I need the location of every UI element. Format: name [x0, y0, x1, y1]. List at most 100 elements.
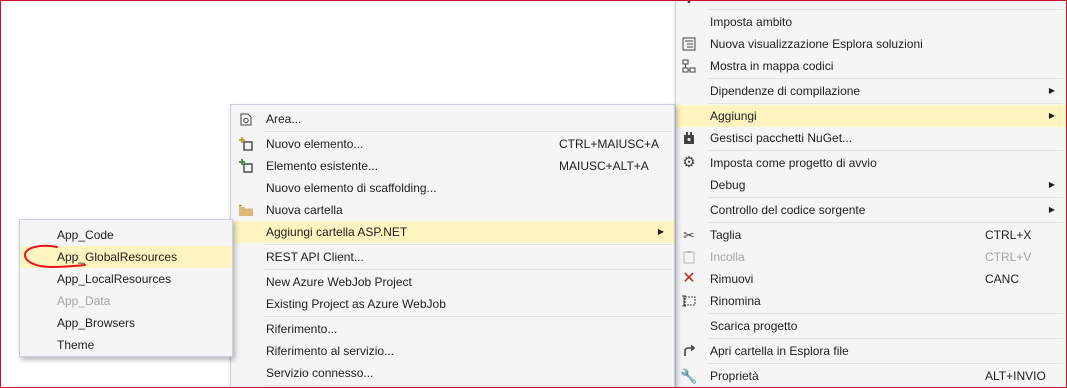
menu-item-area[interactable]: Area... [231, 108, 674, 130]
cut-off-icon: ▪ [687, 0, 691, 8]
menu-separator [264, 316, 672, 317]
menu-item-label: Existing Project as Azure WebJob [266, 297, 446, 311]
menu-item-debug[interactable]: Debug ▶ [676, 174, 1067, 196]
menu-item-app-browsers[interactable]: App_Browsers [20, 312, 232, 334]
menu-item-shortcut: CTRL+V [985, 250, 1032, 264]
menu-item-imposta-ambito[interactable]: Imposta ambito [676, 11, 1067, 33]
menu-item-shortcut: CTRL+X [985, 228, 1032, 242]
menu-item-label: Area... [266, 112, 302, 126]
menu-separator [264, 131, 672, 132]
menu-item-label: App_Data [57, 294, 111, 308]
folder-icon [238, 202, 254, 218]
menu-item-servizio-connesso[interactable]: Servizio connesso... [231, 362, 674, 384]
menu-item-proprieta[interactable]: 🔧 Proprietà ALT+INVIO [676, 365, 1067, 387]
menu-item-apri-cartella[interactable]: Apri cartella in Esplora file [676, 340, 1067, 362]
menu-item-label: Dipendenze di compilazione [710, 84, 861, 98]
menu-separator [264, 385, 672, 386]
menu-item-mappa-codici[interactable]: Mostra in mappa codici [676, 55, 1067, 77]
menu-item-new-azure-webjob[interactable]: New Azure WebJob Project [231, 271, 674, 293]
project-context-menu: ▪ Imposta ambito Nuova visualizzazione E… [675, 0, 1067, 388]
menu-item-label: Mostra in mappa codici [710, 59, 834, 73]
gear-icon: ⚙ [682, 154, 696, 171]
menu-separator [708, 338, 1063, 339]
menu-item-label: App_Browsers [57, 316, 136, 330]
menu-separator [708, 103, 1063, 104]
menu-item-nuova-cartella[interactable]: Nuova cartella [231, 199, 674, 221]
menu-separator [708, 78, 1063, 79]
menu-item-label: Taglia [710, 228, 742, 242]
menu-item-label: Nuova visualizzazione Esplora soluzioni [710, 37, 923, 51]
clipboard-icon [681, 249, 697, 265]
menu-item-nuget[interactable]: Gestisci pacchetti NuGet... [676, 127, 1067, 149]
menu-item-shortcut: MAIUSC+ALT+A [559, 159, 649, 173]
menu-item-dipendenze-compilazione[interactable]: Dipendenze di compilazione ▶ [676, 80, 1067, 102]
menu-separator [708, 222, 1063, 223]
menu-item-label: Imposta ambito [710, 15, 793, 29]
menu-item-label: Aggiungi cartella ASP.NET [266, 225, 408, 239]
submenu-arrow-icon: ▶ [1048, 205, 1055, 214]
menu-separator [708, 9, 1063, 10]
menu-item-label: Proprietà [710, 369, 759, 383]
menu-item-label: Incolla [710, 250, 745, 264]
top-cut-item: ▪ [676, 0, 1067, 9]
menu-item-label: Scarica progetto [710, 319, 798, 333]
menu-item-riferimento-servizio[interactable]: Riferimento al servizio... [231, 340, 674, 362]
menu-item-label: Imposta come progetto di avvio [710, 156, 877, 170]
menu-item-label: Controllo del codice sorgente [710, 203, 866, 217]
menu-item-label: Riferimento... [266, 322, 338, 336]
rename-icon [681, 293, 697, 309]
menu-item-riferimento[interactable]: Riferimento... [231, 318, 674, 340]
submenu-arrow-icon: ▶ [1048, 180, 1055, 189]
menu-item-label: Apri cartella in Esplora file [710, 344, 849, 358]
menu-separator [264, 244, 672, 245]
menu-item-label: Debug [710, 178, 746, 192]
menu-item-nuovo-scaffolding[interactable]: Nuovo elemento di scaffolding... [231, 177, 674, 199]
menu-item-label: Aggiungi [710, 109, 757, 123]
menu-item-app-data[interactable]: App_Data [20, 290, 232, 312]
menu-item-existing-azure-webjob[interactable]: Existing Project as Azure WebJob [231, 293, 674, 315]
menu-item-incolla[interactable]: Incolla CTRL+V [676, 246, 1067, 268]
menu-item-aggiungi-cartella-aspnet[interactable]: Aggiungi cartella ASP.NET ▶ [231, 221, 674, 243]
menu-item-label: Rimuovi [710, 272, 754, 286]
new-item-icon [238, 136, 254, 152]
menu-item-rest-api-client[interactable]: REST API Client... [231, 246, 674, 268]
menu-item-label: Servizio connesso... [266, 366, 374, 380]
menu-item-scarica-progetto[interactable]: Scarica progetto [676, 315, 1067, 337]
menu-item-elemento-esistente[interactable]: Elemento esistente... MAIUSC+ALT+A [231, 155, 674, 177]
menu-item-label: Riferimento al servizio... [266, 344, 395, 358]
remove-x-icon: ✕ [682, 270, 696, 287]
menu-item-rimuovi[interactable]: ✕ Rimuovi CANC [676, 268, 1067, 290]
solution-explorer-view-icon [681, 36, 697, 52]
menu-item-progetto-avvio[interactable]: ⚙ Imposta come progetto di avvio [676, 152, 1067, 174]
menu-item-nuova-visualizzazione[interactable]: Nuova visualizzazione Esplora soluzioni [676, 33, 1067, 55]
aspnet-folders-submenu: App_Code App_GlobalResources App_LocalRe… [19, 219, 233, 357]
menu-item-label: Rinomina [710, 294, 761, 308]
menu-item-controllo-codice-sorgente[interactable]: Controllo del codice sorgente ▶ [676, 199, 1067, 221]
menu-item-label: REST API Client... [266, 250, 364, 264]
code-map-icon [681, 58, 697, 74]
menu-item-label: Nuovo elemento... [266, 137, 364, 151]
nuget-package-icon [681, 130, 697, 146]
submenu-arrow-icon: ▶ [1048, 86, 1055, 95]
menu-item-nuovo-elemento[interactable]: Nuovo elemento... CTRL+MAIUSC+A [231, 133, 674, 155]
menu-item-theme[interactable]: Theme [20, 334, 232, 356]
scissors-icon: ✂ [683, 227, 695, 243]
menu-item-shortcut: CANC [985, 272, 1020, 286]
menu-item-label: Elemento esistente... [266, 159, 379, 173]
menu-item-taglia[interactable]: ✂ Taglia CTRL+X [676, 224, 1067, 246]
menu-separator [708, 363, 1063, 364]
menu-item-label: Nuova cartella [266, 203, 343, 217]
menu-item-label: Theme [57, 338, 95, 352]
area-icon [238, 111, 254, 127]
menu-item-rinomina[interactable]: Rinomina [676, 290, 1067, 312]
menu-item-label: New Azure WebJob Project [266, 275, 412, 289]
add-submenu: Area... Nuovo elemento... CTRL+MAIUSC+A … [230, 104, 675, 388]
submenu-arrow-icon: ▶ [657, 227, 664, 236]
menu-separator [708, 197, 1063, 198]
open-folder-arrow-icon [681, 343, 697, 359]
submenu-arrow-icon: ▶ [1048, 111, 1055, 120]
menu-item-aggiungi[interactable]: Aggiungi ▶ [676, 105, 1067, 127]
red-circle-annotation [23, 244, 86, 269]
menu-item-label: Nuovo elemento di scaffolding... [266, 181, 437, 195]
menu-item-label: Gestisci pacchetti NuGet... [710, 131, 853, 145]
